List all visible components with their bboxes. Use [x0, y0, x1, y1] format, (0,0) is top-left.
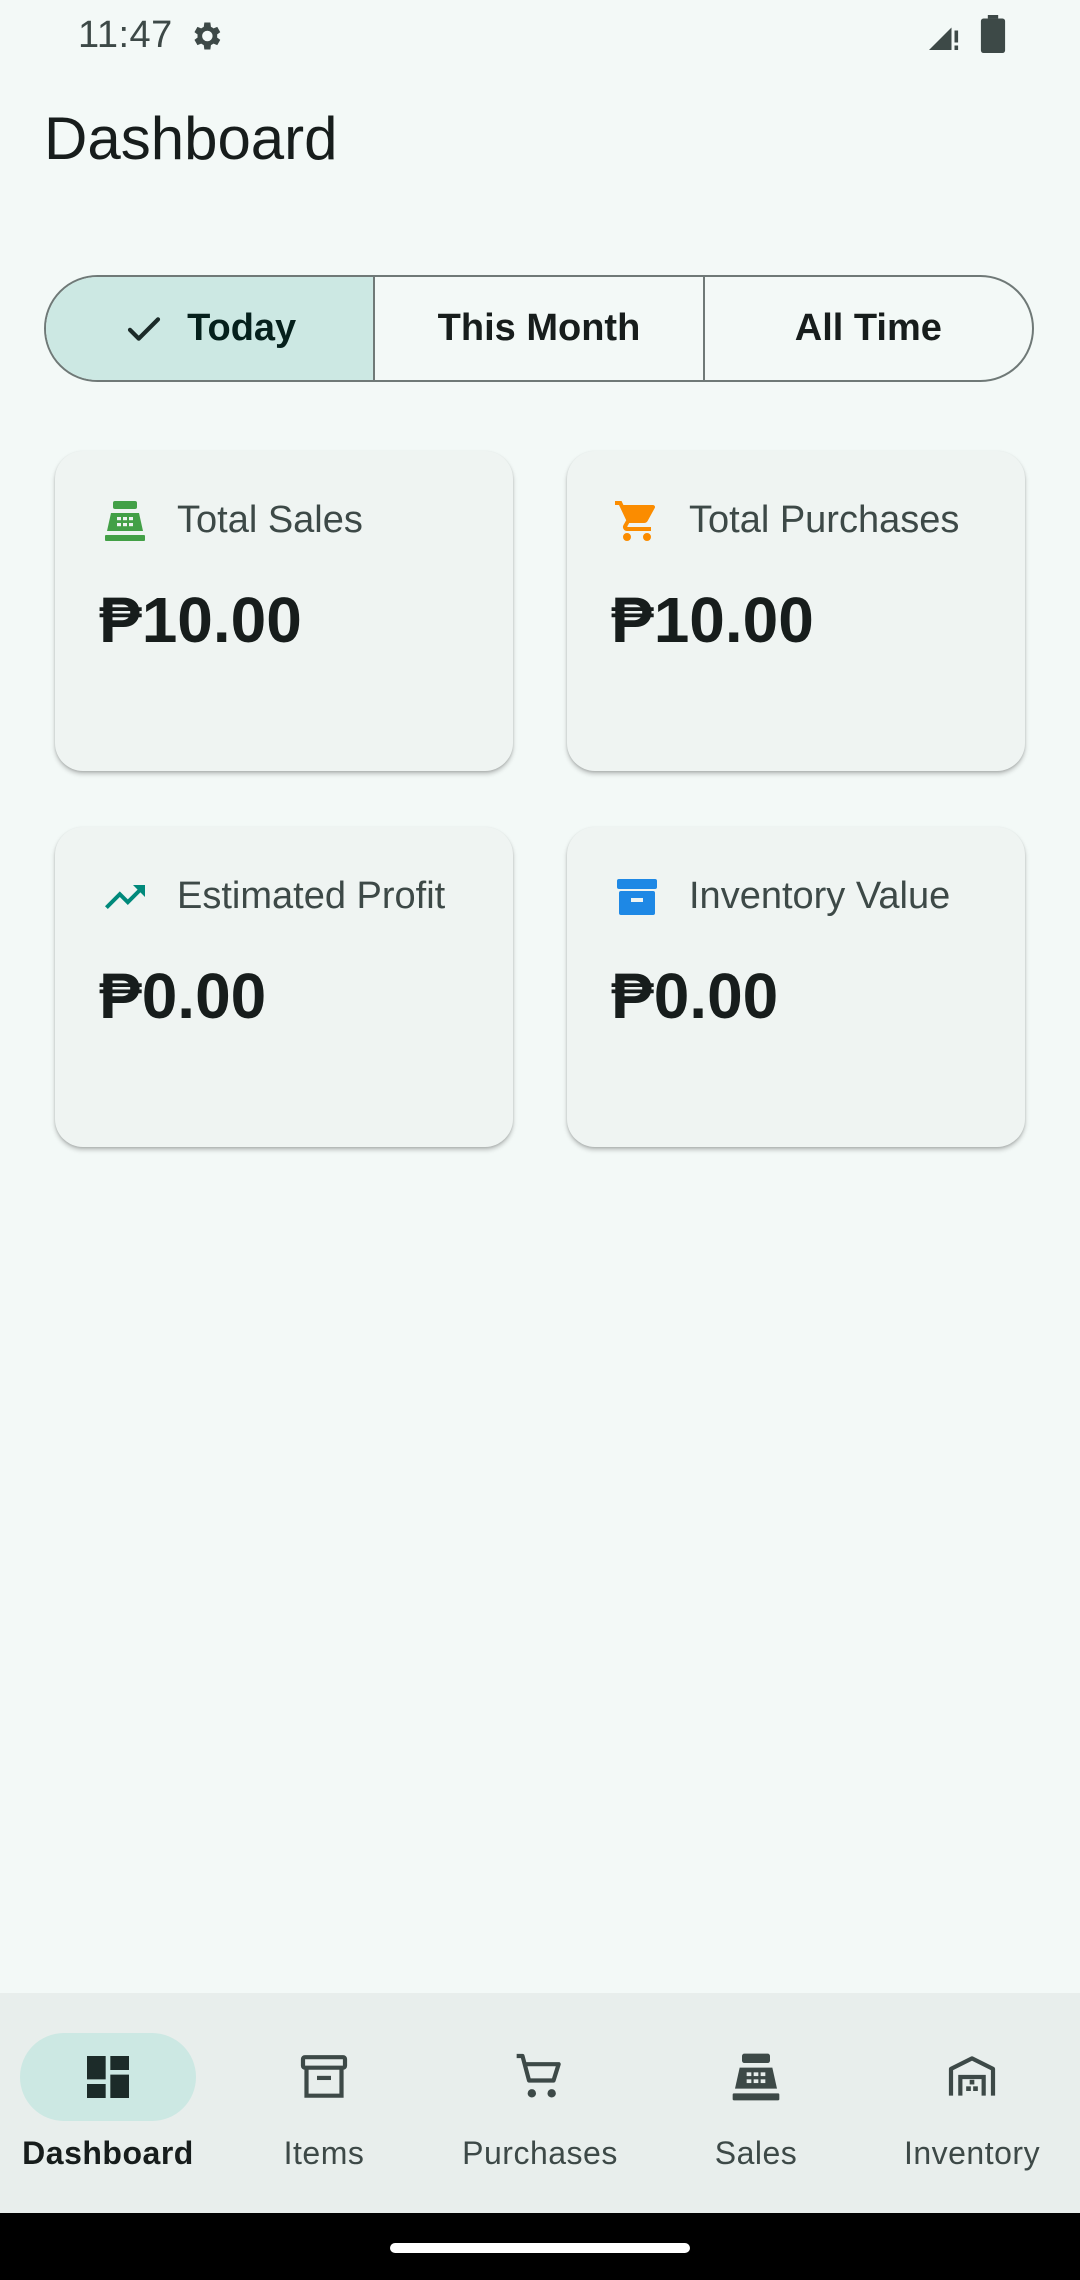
total-sales-card: Total Sales ₱10.00 [55, 451, 513, 771]
settings-gear-icon [194, 22, 221, 50]
trending-up-icon [105, 885, 145, 909]
segment-this-month[interactable]: This Month [375, 277, 705, 380]
estimated-profit-card: Estimated Profit ₱0.00 [55, 827, 513, 1147]
segment-this-month-label: This Month [437, 307, 641, 349]
nav-item-purchases[interactable]: Purchases [432, 1993, 648, 2213]
period-segmented-control: Today This Month All Time [44, 275, 1034, 382]
estimated-profit-label: Estimated Profit [177, 875, 446, 917]
total-purchases-label: Total Purchases [689, 499, 960, 541]
shopping-cart-icon [615, 501, 656, 541]
nav-label-items: Items [283, 2135, 365, 2171]
warehouse-icon [948, 2056, 996, 2096]
segment-today[interactable]: Today [46, 277, 376, 380]
segment-all-time[interactable]: All Time [705, 277, 1032, 380]
nav-item-dashboard[interactable]: Dashboard [0, 1993, 216, 2213]
inventory-value-value: ₱0.00 [611, 960, 779, 1032]
page-title: Dashboard [44, 105, 338, 172]
inventory-value-card: Inventory Value ₱0.00 [567, 827, 1025, 1147]
cash-register-icon [732, 2053, 780, 2101]
nav-item-items[interactable]: Items [216, 1993, 432, 2213]
system-navigation-bar [0, 2213, 1080, 2280]
nav-label-sales: Sales [714, 2135, 798, 2171]
check-icon [128, 316, 161, 341]
dashboard-icon [87, 2056, 129, 2098]
nav-item-sales[interactable]: Sales [648, 1993, 864, 2213]
segment-today-label: Today [187, 307, 297, 349]
nav-label-dashboard: Dashboard [22, 2135, 194, 2171]
inventory-value-label: Inventory Value [689, 875, 951, 917]
total-purchases-card: Total Purchases ₱10.00 [567, 451, 1025, 771]
archive-icon [300, 2055, 348, 2098]
total-sales-value: ₱10.00 [99, 584, 302, 656]
total-purchases-value: ₱10.00 [611, 584, 814, 656]
nav-active-indicator [20, 2033, 196, 2121]
signal-icon [929, 27, 959, 50]
total-sales-label: Total Sales [177, 499, 363, 541]
status-time: 11:47 [78, 14, 173, 56]
bottom-navigation: Dashboard Items Purchases Sales Inventor… [0, 1993, 1080, 2213]
shopping-cart-icon [516, 2053, 561, 2098]
home-gesture-handle[interactable] [390, 2243, 690, 2253]
archive-box-icon [617, 879, 657, 915]
segment-all-time-label: All Time [794, 307, 942, 349]
nav-item-inventory[interactable]: Inventory [864, 1993, 1080, 2213]
status-bar: 11:47 [0, 0, 1080, 70]
cash-register-icon [105, 501, 145, 541]
estimated-profit-value: ₱0.00 [99, 960, 267, 1032]
nav-label-purchases: Purchases [462, 2135, 618, 2171]
battery-icon [980, 15, 1006, 53]
nav-label-inventory: Inventory [903, 2135, 1041, 2171]
